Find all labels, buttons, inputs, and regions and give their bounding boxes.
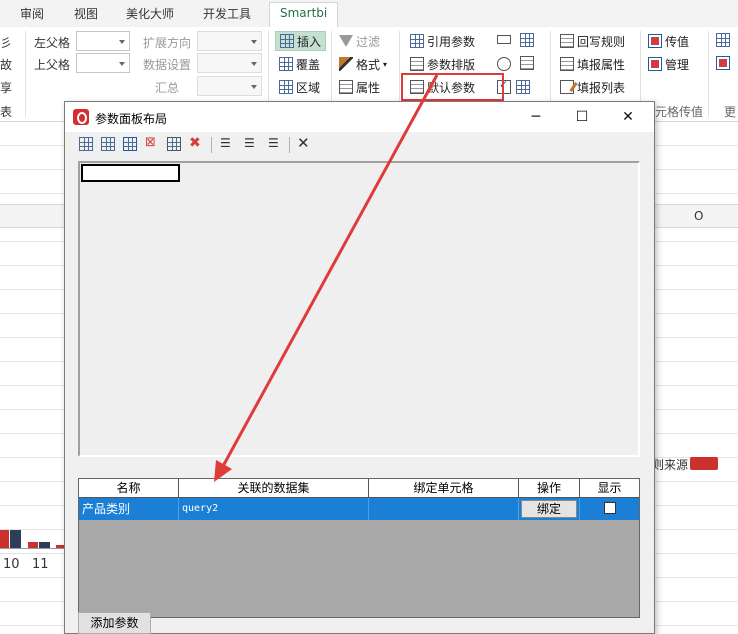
annotation-arrow	[214, 74, 439, 482]
annotation-arrow-line	[220, 74, 439, 469]
